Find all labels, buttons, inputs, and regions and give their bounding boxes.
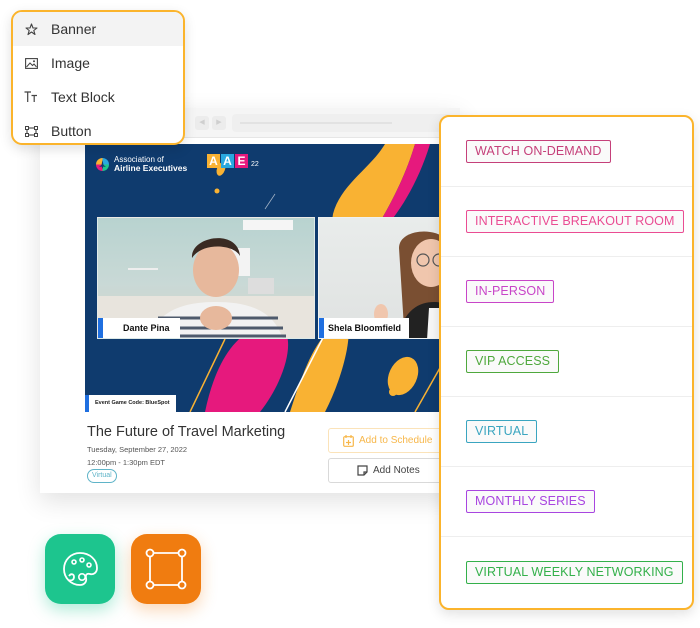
tag-row: VIRTUAL [441, 397, 692, 467]
block-type-menu: Banner Image Text Block Button [11, 10, 185, 145]
tag-virtual-weekly-networking[interactable]: VIRTUAL WEEKLY NETWORKING [466, 560, 683, 584]
text-icon [24, 90, 38, 104]
tag-row: VIP ACCESS [441, 327, 692, 397]
menu-item-label: Button [51, 123, 92, 139]
event-time: 12:00pm - 1:30pm EDT [87, 458, 165, 467]
org-logo: Association of Airline Executives [95, 156, 187, 172]
tag-virtual[interactable]: VIRTUAL [466, 420, 538, 443]
event-date: Tuesday, September 27, 2022 [87, 445, 188, 454]
tag-row: IN-PERSON [441, 257, 692, 327]
tag-row: VIRTUAL WEEKLY NETWORKING [441, 537, 692, 607]
palette-app-button[interactable] [45, 534, 115, 604]
menu-item-image[interactable]: Image [13, 46, 183, 80]
tag-interactive-breakout-room[interactable]: INTERACTIVE BREAKOUT ROOM [466, 210, 684, 233]
bounding-box-icon [145, 548, 187, 590]
tag-vip-access[interactable]: VIP ACCESS [466, 350, 560, 373]
menu-item-label: Image [51, 55, 90, 71]
speaker-name-tag: Shela Bloomfield [319, 318, 410, 338]
menu-item-banner[interactable]: Banner [13, 12, 183, 46]
format-badge: Virtual [87, 469, 117, 483]
session-tags-panel: WATCH ON-DEMAND INTERACTIVE BREAKOUT ROO… [439, 115, 694, 610]
calendar-add-icon [343, 434, 354, 447]
button-frame-icon [24, 124, 38, 138]
brand-letter: E [235, 154, 248, 168]
back-button[interactable]: ◀ [195, 116, 209, 130]
event-preview-window: ◀ ▶ Association of Airline Executives A … [40, 108, 460, 493]
forward-button[interactable]: ▶ [212, 116, 226, 130]
tag-watch-on-demand[interactable]: WATCH ON-DEMAND [466, 140, 611, 163]
menu-item-label: Text Block [51, 89, 115, 105]
tag-row: INTERACTIVE BREAKOUT ROOM [441, 187, 692, 257]
menu-item-label: Banner [51, 21, 97, 37]
add-to-schedule-button[interactable]: Add to Schedule [328, 428, 443, 453]
speaker-video-2[interactable]: Shela Bloomfield [318, 217, 445, 339]
brand-year: 22 [251, 161, 259, 168]
image-icon [24, 56, 38, 70]
game-code-label: Event Game Code: BlueSpot [85, 395, 176, 412]
org-logo-icon [96, 158, 109, 171]
frame-app-button[interactable] [131, 534, 201, 604]
tag-row: MONTHLY SERIES [441, 467, 692, 537]
add-to-schedule-label: Add to Schedule [359, 435, 433, 446]
tag-row: WATCH ON-DEMAND [441, 117, 692, 187]
palette-icon [63, 552, 98, 586]
star-icon [24, 22, 38, 36]
brand-letter: A [221, 154, 234, 168]
menu-item-button[interactable]: Button [13, 114, 183, 143]
event-brand-mark: A A E 22 [207, 154, 259, 168]
speaker-video-1[interactable]: Dante Pina [97, 217, 315, 339]
url-bar[interactable] [232, 114, 452, 132]
tag-in-person[interactable]: IN-PERSON [466, 280, 555, 303]
event-banner: Association of Airline Executives A A E … [85, 144, 445, 412]
add-notes-label: Add Notes [373, 465, 420, 476]
add-notes-button[interactable]: Add Notes [328, 458, 443, 483]
brand-letter: A [207, 154, 220, 168]
speaker-name-tag: Dante Pina [98, 318, 180, 338]
note-icon [357, 465, 368, 476]
event-title: The Future of Travel Marketing [87, 424, 286, 440]
menu-item-text-block[interactable]: Text Block [13, 80, 183, 114]
tag-monthly-series[interactable]: MONTHLY SERIES [466, 490, 595, 513]
org-name-line2: Airline Executives [114, 163, 188, 173]
